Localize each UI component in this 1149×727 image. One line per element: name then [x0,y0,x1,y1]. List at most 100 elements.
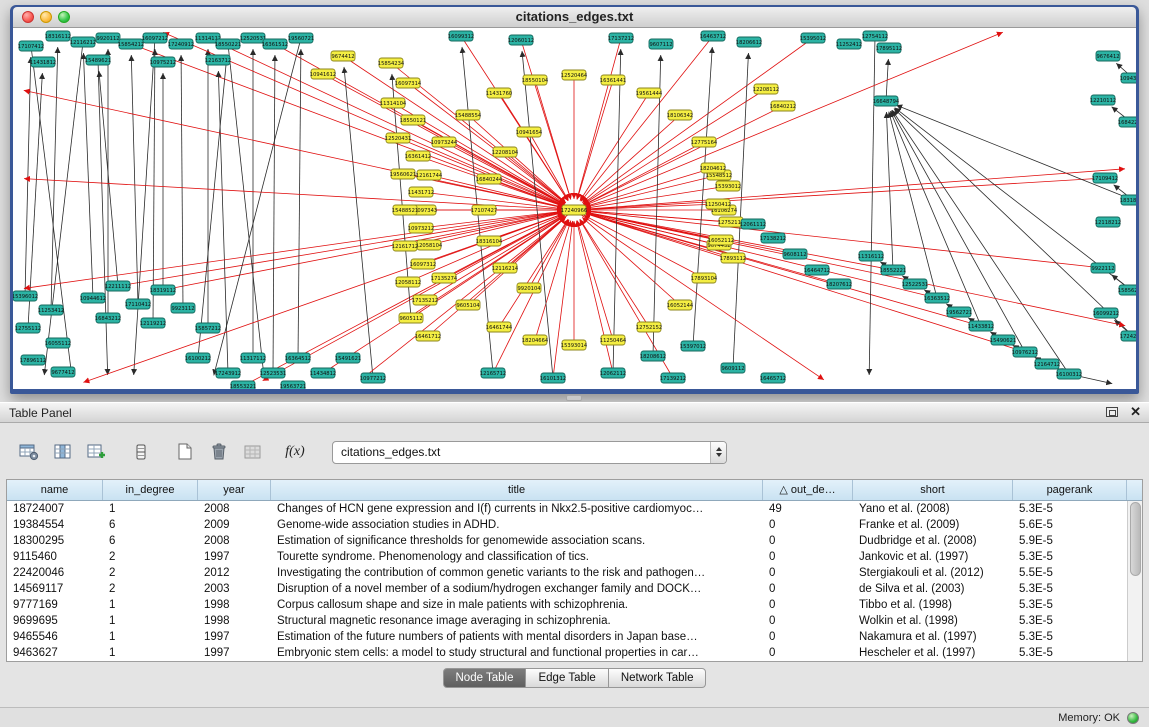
graph-node[interactable]: 12060112 [508,35,534,45]
graph-node[interactable]: 15854234 [378,58,405,68]
graph-node[interactable]: 16648794 [873,96,900,106]
graph-node[interactable]: 17242912 [1120,331,1136,341]
graph-node[interactable]: 15488521 [392,205,418,215]
graph-node[interactable]: 16099312 [448,31,474,41]
float-panel-icon[interactable] [1106,407,1118,417]
graph-node[interactable]: 17893112 [720,253,746,263]
graph-node[interactable]: 12058112 [395,277,421,287]
graph-node[interactable]: 12116212 [70,37,96,47]
graph-node[interactable]: 10975212 [150,57,176,67]
table-row[interactable]: 946362711997Embryonic stem cells: a mode… [7,645,1127,661]
vertical-scrollbar[interactable] [1127,501,1142,661]
graph-node[interactable]: 16097212 [142,33,168,43]
graph-node[interactable]: 18550104 [522,75,549,85]
graph-node[interactable]: 17138212 [760,233,786,243]
graph-node[interactable]: 18204612 [700,163,726,173]
graph-node[interactable]: 16361512 [262,39,288,49]
graph-node[interactable]: 11434812 [310,368,336,378]
graph-node[interactable]: 18550221 [215,39,241,49]
column-header-year[interactable]: year [198,480,271,500]
graph-node[interactable]: 15490621 [990,335,1016,345]
network-window-titlebar[interactable]: citations_edges.txt [13,7,1136,28]
graph-node[interactable]: 17109412 [1092,173,1118,183]
graph-node[interactable]: 12520464 [561,70,588,80]
graph-node[interactable]: 17107427 [471,205,497,215]
graph-node[interactable]: 12161744 [416,170,443,180]
graph-node[interactable]: 17107412 [18,41,44,51]
graph-node[interactable]: 17896112 [20,355,46,365]
graph-node[interactable]: 12523531 [260,368,286,378]
column-header-out_de[interactable]: △ out_de… [763,480,853,500]
tab-node-table[interactable]: Node Table [443,668,527,688]
graph-node[interactable]: 10973244 [431,137,458,147]
graph-node[interactable]: 18207612 [826,279,852,289]
graph-node[interactable]: 12165712 [480,368,506,378]
graph-node[interactable]: 16364512 [285,353,311,363]
graph-node[interactable]: 9674412 [331,51,355,61]
graph-node[interactable]: 16055112 [45,338,71,348]
network-canvas[interactable]: 1724096616106274155485121277516418106342… [13,28,1136,389]
table-mode-icon[interactable] [16,439,42,465]
graph-node[interactable]: 16100212 [185,353,211,363]
new-table-icon[interactable] [172,439,198,465]
graph-node[interactable]: 18208612 [640,351,666,361]
table-row[interactable]: 977716911998Corpus callosum shape and si… [7,597,1127,613]
graph-node[interactable]: 11316112 [858,251,884,261]
graph-node[interactable]: 19560721 [288,33,314,43]
graph-node[interactable]: 16097312 [410,259,436,269]
graph-node[interactable]: 11317112 [240,353,266,363]
graph-node[interactable]: 16840244 [476,174,503,184]
graph-node[interactable]: 17135212 [412,295,438,305]
graph-node[interactable]: 12520431 [385,133,411,143]
graph-node[interactable]: 18316104 [476,236,503,246]
graph-node[interactable]: 16843212 [95,313,121,323]
graph-node[interactable]: 17240912 [168,39,194,49]
graph-node[interactable]: 18316112 [45,31,71,41]
graph-node[interactable]: 17893104 [691,273,718,283]
graph-node[interactable]: 16361412 [405,151,431,161]
graph-node[interactable]: 16464712 [804,265,830,275]
graph-node[interactable]: 17240966 [561,205,587,215]
graph-node[interactable]: 11433812 [968,321,994,331]
table-row[interactable]: 1456911722003Disruption of a novel membe… [7,581,1127,597]
table-row[interactable]: 969969511998Structural magnetic resonanc… [7,613,1127,629]
delete-column-icon[interactable] [206,439,232,465]
graph-node[interactable]: 18552221 [880,265,906,275]
graph-node[interactable]: 12061112 [740,219,766,229]
graph-node[interactable]: 11252412 [836,39,862,49]
graph-node[interactable]: 16099212 [1093,308,1119,318]
graph-node[interactable]: 16842212 [1118,117,1136,127]
table-row[interactable]: 1872400712008Changes of HCN gene express… [7,501,1127,517]
graph-node[interactable]: 17135274 [431,273,458,283]
graph-node[interactable]: 10976212 [1012,347,1038,357]
graph-node[interactable]: 12116214 [492,263,519,273]
graph-node[interactable]: 9608112 [783,249,807,259]
graph-node[interactable]: 11253412 [38,305,64,315]
graph-node[interactable]: 15395012 [800,33,826,43]
graph-node[interactable]: 12752152 [636,322,662,332]
close-panel-icon[interactable] [1130,405,1141,418]
graph-node[interactable]: 18319112 [150,285,176,295]
network-graph[interactable]: 1724096616106274155485121277516418106342… [13,28,1136,389]
graph-node[interactable]: 12164712 [1034,359,1060,369]
graph-node[interactable]: 12208104 [492,147,519,157]
graph-node[interactable]: 19562721 [946,307,972,317]
tab-network-table[interactable]: Network Table [609,668,707,688]
graph-node[interactable]: 12211112 [105,281,131,291]
zoom-window-button[interactable] [58,11,70,23]
create-column-icon[interactable] [84,439,110,465]
graph-node[interactable]: 12210112 [1090,95,1116,105]
graph-node[interactable]: 19560621 [390,169,416,179]
graph-node[interactable]: 12062112 [600,368,626,378]
table-row[interactable]: 1830029562008Estimation of significance … [7,533,1127,549]
graph-node[interactable]: 15854212 [118,39,144,49]
graph-node[interactable]: 16052144 [667,300,694,310]
graph-node[interactable]: 19561444 [636,88,663,98]
graph-node[interactable]: 12058104 [416,240,443,250]
table-row[interactable]: 1938455462009Genome-wide association stu… [7,517,1127,533]
column-header-short[interactable]: short [853,480,1013,500]
graph-node[interactable]: 9676412 [1096,51,1120,61]
rows-icon[interactable] [128,439,154,465]
graph-node[interactable]: 18553221 [230,381,256,389]
graph-node[interactable]: 18206612 [736,37,762,47]
